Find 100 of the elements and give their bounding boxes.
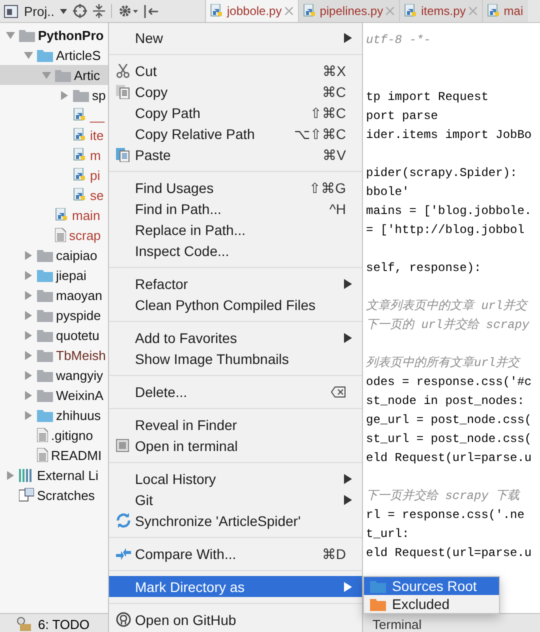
tree-item-label: quotetu <box>56 328 100 342</box>
python-file-icon <box>404 4 418 18</box>
submenu-arrow-icon <box>344 582 352 592</box>
collapse-arrow-icon[interactable] <box>24 370 32 380</box>
code-line: st_url = post_node.css( <box>366 432 532 446</box>
folder-icon <box>370 580 386 592</box>
collapse-arrow-icon[interactable] <box>24 390 32 400</box>
menu-item[interactable]: Copy Path ⇧⌘C <box>109 102 362 123</box>
menu-item[interactable]: Compare With... ⌘D <box>109 543 362 564</box>
menu-item[interactable]: Open in terminal <box>109 435 362 456</box>
collapse-all-icon[interactable] <box>93 4 106 18</box>
menu-item[interactable]: Paste ⌘V <box>109 144 362 165</box>
hide-panel-icon[interactable] <box>144 4 158 18</box>
code-line: bbole' <box>366 185 410 199</box>
tree-item-label: zhihuus <box>56 408 101 422</box>
python-file-icon <box>73 128 87 142</box>
library-icon <box>19 468 34 482</box>
collapse-arrow-icon[interactable] <box>24 330 32 340</box>
close-icon[interactable] <box>386 7 394 15</box>
collapse-arrow-icon[interactable] <box>60 90 68 100</box>
project-icon[interactable] <box>4 4 18 18</box>
expand-arrow-icon[interactable] <box>6 30 14 40</box>
crosshair-icon[interactable] <box>73 4 88 18</box>
python-file-icon <box>73 188 87 202</box>
todo-icon[interactable] <box>16 617 32 631</box>
folder-icon <box>37 288 53 302</box>
collapse-arrow-icon[interactable] <box>24 310 32 320</box>
tree-item-label: wangyiy <box>56 368 103 382</box>
menu-item[interactable]: Synchronize 'ArticleSpider' <box>109 510 362 531</box>
python-file-icon <box>73 148 87 162</box>
text-file-icon <box>37 428 48 442</box>
collapse-arrow-icon[interactable] <box>24 410 32 420</box>
submenu-arrow-icon <box>344 474 352 484</box>
menu-item[interactable]: Copy Relative Path ⌥⇧⌘C <box>109 123 362 144</box>
submenu-arrow-icon <box>344 332 352 342</box>
code-line: tp import Request <box>366 90 488 104</box>
expand-arrow-icon[interactable] <box>42 70 50 80</box>
collapse-arrow-icon[interactable] <box>24 250 32 260</box>
menu-item[interactable]: Inspect Code... <box>109 240 362 261</box>
code-line: rl = response.css('.ne <box>366 508 524 522</box>
editor-tab[interactable]: mai <box>482 0 528 22</box>
tree-item-label: READMI <box>51 448 102 462</box>
code-line: port parse <box>366 109 438 123</box>
editor-tab[interactable]: items.py <box>399 0 482 22</box>
menu-item[interactable]: New <box>109 27 362 48</box>
submenu-item[interactable]: Excluded <box>364 595 499 613</box>
text-file-icon <box>55 228 66 242</box>
collapse-arrow-icon[interactable] <box>24 290 32 300</box>
tree-item-label: scrap <box>69 228 101 242</box>
menu-item[interactable]: Add to Favorites <box>109 327 362 348</box>
menu-item[interactable]: Replace in Path... <box>109 219 362 240</box>
folder-icon <box>37 48 53 62</box>
menu-item[interactable]: Refactor <box>109 273 362 294</box>
tree-item-label: pi <box>90 168 100 182</box>
dropdown-caret-icon[interactable] <box>60 8 68 14</box>
terminal-tool-tab[interactable]: Terminal <box>372 616 422 632</box>
folder-icon <box>370 598 386 610</box>
code-line: eld Request(url=parse.u <box>366 451 532 465</box>
code-line: = ['http://blog.jobbol <box>366 223 524 237</box>
editor-tab[interactable]: jobbole.py <box>205 0 298 22</box>
folder-icon <box>37 388 53 402</box>
menu-item[interactable]: Find Usages ⇧⌘G <box>109 177 362 198</box>
collapse-arrow-icon[interactable] <box>24 350 32 360</box>
tree-item-label: pyspide <box>56 308 101 322</box>
tree-item-label: sp <box>92 88 106 102</box>
menu-item[interactable]: Clean Python Compiled Files <box>109 294 362 315</box>
github-icon <box>116 612 131 627</box>
code-comment: 下一页的 url并交给 scrapy <box>366 318 530 332</box>
collapse-arrow-icon[interactable] <box>24 270 32 280</box>
tree-item-label: ArticleS <box>56 48 101 62</box>
todo-tool-tab[interactable]: 6: TODO <box>38 616 90 632</box>
python-file-icon <box>302 4 317 18</box>
folder-icon <box>37 348 53 362</box>
menu-item[interactable]: Show Image Thumbnails <box>109 348 362 369</box>
python-file-icon <box>210 4 224 18</box>
tree-item-label: __ <box>90 108 104 122</box>
expand-arrow-icon[interactable] <box>24 50 32 60</box>
paste-icon <box>116 148 130 162</box>
collapse-arrow-icon[interactable] <box>6 470 14 480</box>
scissors-icon <box>116 64 130 78</box>
folder-icon <box>37 408 53 422</box>
menu-item[interactable]: Local History <box>109 468 362 489</box>
menu-item[interactable]: Git <box>109 489 362 510</box>
editor-tab[interactable]: pipelines.py <box>298 0 400 22</box>
code-comment: 下一页并交给 scrapy 下载 <box>366 489 520 503</box>
close-icon[interactable] <box>468 7 477 15</box>
menu-item[interactable]: Delete... <box>109 381 362 402</box>
tree-item-label: Artic <box>74 68 100 82</box>
menu-item[interactable]: Find in Path... ^H <box>109 198 362 219</box>
folder-icon <box>55 68 71 82</box>
tree-item-label: m <box>90 148 101 162</box>
submenu-item[interactable]: Sources Root <box>364 577 499 595</box>
submenu-arrow-icon <box>344 278 352 288</box>
close-icon[interactable] <box>284 7 293 15</box>
menu-item[interactable]: Reveal in Finder <box>109 414 362 435</box>
settings-icon[interactable] <box>118 4 138 18</box>
code-line: eld Request(url=parse.u <box>366 546 532 560</box>
project-view-label[interactable]: Proj.. <box>24 4 54 18</box>
folder-icon <box>37 328 53 342</box>
tree-item-label: se <box>90 188 104 202</box>
